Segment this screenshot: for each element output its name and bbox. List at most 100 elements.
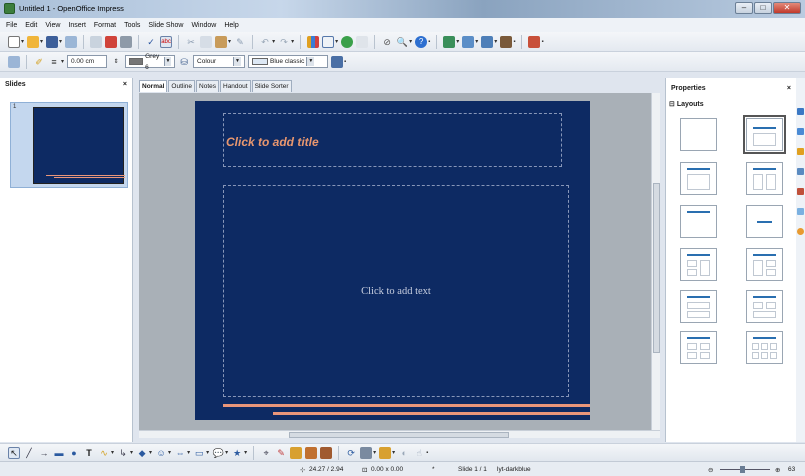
line-arrow-icon[interactable]: → [38, 447, 50, 459]
toolbar-overflow-icon[interactable]: ▪ [541, 39, 543, 45]
slide-layout-icon[interactable] [462, 35, 475, 48]
clone-formatting-icon[interactable]: ✎ [234, 36, 246, 48]
properties-deck-icon[interactable] [797, 108, 804, 115]
horizontal-scroll-thumb[interactable] [289, 432, 509, 438]
layouts-section-header[interactable]: ⊟ Layouts [669, 100, 704, 108]
extension-icon[interactable] [528, 35, 541, 48]
navigator-icon[interactable] [341, 35, 354, 48]
slide-transition-deck-icon[interactable] [797, 168, 804, 175]
maximize-button[interactable]: □ [754, 2, 772, 14]
open-folder-icon[interactable] [27, 35, 40, 48]
layout-title-slide[interactable] [743, 115, 786, 154]
show-draw-functions-icon[interactable]: ⊘ [381, 36, 393, 48]
stars-icon[interactable]: ★ [231, 447, 243, 459]
chevron-down-icon[interactable]: ▾ [272, 38, 275, 45]
chevron-down-icon[interactable]: ▼ [163, 57, 172, 66]
slide-show-icon[interactable] [500, 35, 513, 48]
slide-thumbnail[interactable]: 1 [10, 102, 128, 188]
menu-file[interactable]: File [6, 22, 17, 29]
zoom-slider[interactable] [720, 469, 770, 470]
layout-title-only[interactable] [680, 205, 717, 238]
tab-slide-sorter[interactable]: Slide Sorter [251, 80, 292, 92]
chevron-down-icon[interactable]: ▾ [225, 449, 228, 456]
basic-shapes-icon[interactable]: ◆ [136, 447, 148, 459]
chevron-down-icon[interactable]: ▾ [206, 449, 209, 456]
zoom-slider-handle[interactable] [740, 466, 745, 473]
fill-type-select[interactable]: Colour ▼ [193, 55, 246, 68]
menu-format[interactable]: Format [94, 22, 116, 29]
chart-icon[interactable] [307, 35, 320, 48]
chevron-down-icon[interactable]: ▾ [228, 38, 231, 45]
chevron-down-icon[interactable]: ▾ [494, 38, 497, 45]
zoom-in-icon[interactable]: ⊕ [775, 466, 780, 474]
flowchart-icon[interactable]: ▭ [193, 447, 205, 459]
undo-icon[interactable]: ↶ [259, 36, 271, 48]
chevron-down-icon[interactable]: ▾ [335, 38, 338, 45]
chevron-down-icon[interactable]: ▾ [244, 449, 247, 456]
custom-animation-deck-icon[interactable] [797, 148, 804, 155]
chevron-down-icon[interactable]: ▾ [59, 38, 62, 45]
chevron-down-icon[interactable]: ▾ [409, 38, 412, 45]
copy-icon[interactable] [200, 35, 213, 48]
slide-canvas[interactable]: Click to add title Click to add text [195, 101, 590, 420]
gallery-icon[interactable] [320, 446, 333, 459]
toolbar-overflow-icon[interactable]: ▪ [513, 39, 515, 45]
chevron-down-icon[interactable]: ▾ [149, 449, 152, 456]
chevron-down-icon[interactable]: ▾ [456, 38, 459, 45]
chevron-down-icon[interactable]: ▾ [21, 38, 24, 45]
line-width-field[interactable]: 0.00 cm [67, 55, 108, 68]
chevron-down-icon[interactable]: ▼ [306, 57, 315, 66]
rotate-icon[interactable]: ⟳ [345, 447, 357, 459]
select-arrow-icon[interactable]: ↖ [8, 446, 20, 459]
chevron-down-icon[interactable]: ▾ [111, 449, 114, 456]
ellipse-icon[interactable]: ● [68, 447, 80, 459]
shadow-icon[interactable] [331, 55, 344, 68]
interaction-icon[interactable]: ☝ [413, 447, 425, 459]
line-color-select[interactable]: Grey 6 ▼ [125, 53, 176, 71]
menu-window[interactable]: Window [191, 22, 216, 29]
print-icon[interactable] [120, 35, 133, 48]
title-placeholder[interactable]: Click to add title [223, 113, 562, 167]
extrusion-icon[interactable]: ◐ [398, 447, 410, 459]
menu-help[interactable]: Help [224, 22, 238, 29]
chevron-down-icon[interactable]: ▾ [475, 38, 478, 45]
chevron-down-icon[interactable]: ▾ [373, 449, 376, 456]
arrange-icon[interactable] [379, 446, 392, 459]
chevron-down-icon[interactable]: ▾ [187, 449, 190, 456]
email-icon[interactable] [65, 35, 78, 48]
navigator-deck-icon[interactable] [797, 228, 804, 235]
vertical-scroll-thumb[interactable] [653, 183, 660, 353]
slides-pane-close-icon[interactable]: × [123, 81, 127, 88]
chevron-down-icon[interactable]: ▼ [233, 57, 242, 66]
menu-edit[interactable]: Edit [25, 22, 37, 29]
symbol-shapes-icon[interactable]: ☺ [155, 447, 167, 459]
new-document-icon[interactable] [8, 35, 20, 48]
minimize-button[interactable]: – [735, 2, 753, 14]
cut-icon[interactable]: ✂ [185, 36, 197, 48]
chevron-down-icon[interactable]: ▾ [130, 449, 133, 456]
layout-title-2content-over-content[interactable] [746, 290, 783, 323]
fill-color-select[interactable]: Blue classic ▼ [248, 55, 329, 68]
menu-tools[interactable]: Tools [124, 22, 140, 29]
callouts-icon[interactable]: 💬 [212, 447, 224, 459]
area-style-icon[interactable]: ⛁ [178, 56, 190, 68]
tab-handout[interactable]: Handout [220, 80, 251, 92]
master-pages-deck-icon[interactable] [797, 128, 804, 135]
presentation-styles-icon[interactable] [8, 55, 20, 68]
master-slide-name[interactable]: lyt-darkblue [497, 466, 531, 473]
toolbar-overflow-icon[interactable]: ▪ [344, 59, 346, 65]
zoom-level[interactable]: 63 [788, 466, 795, 473]
block-arrows-icon[interactable]: ⇔ [174, 447, 186, 459]
layout-title-content-2content[interactable] [746, 248, 783, 281]
zoom-icon[interactable]: 🔍 [396, 36, 408, 48]
fontwork-icon[interactable] [290, 446, 303, 459]
table-icon[interactable] [322, 35, 335, 48]
chevron-down-icon[interactable]: ▾ [168, 449, 171, 456]
chevron-down-icon[interactable]: ▾ [392, 449, 395, 456]
properties-close-icon[interactable]: × [787, 85, 791, 92]
chevron-down-icon[interactable]: ▾ [40, 38, 43, 45]
tab-normal[interactable]: Normal [139, 80, 168, 92]
points-icon[interactable]: ⌖ [260, 447, 272, 459]
line-style-icon[interactable]: ≡ [48, 56, 60, 68]
layout-title-6content[interactable] [746, 331, 783, 364]
